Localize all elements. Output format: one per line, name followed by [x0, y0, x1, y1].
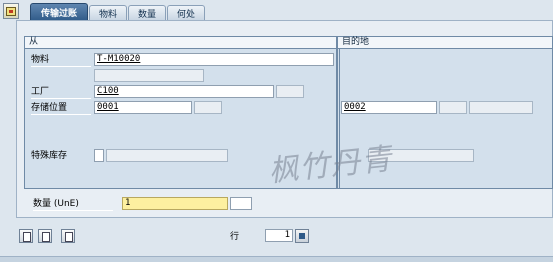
storage-label-underline	[31, 114, 91, 115]
dest-storage-extra-field-2	[469, 101, 533, 114]
storage-location-label: 存储位置	[31, 103, 68, 113]
tab-transfer-posting[interactable]: 传输过账	[30, 3, 88, 21]
unit-field[interactable]	[230, 197, 252, 210]
plant-label-underline	[31, 98, 91, 99]
copy-icon[interactable]	[61, 229, 75, 243]
quantity-label-underline	[33, 210, 113, 211]
quantity-label: 数量 (UnE)	[33, 199, 79, 209]
row-field[interactable]: 1	[265, 229, 293, 242]
storage-location-extra-field	[194, 101, 222, 114]
to-frame-title: 目的地	[338, 37, 552, 49]
document-tool-button[interactable]	[3, 3, 19, 19]
storage-location-field[interactable]: 0001	[94, 101, 192, 114]
row-label: 行	[230, 232, 240, 242]
special-stock-indicator-field[interactable]	[94, 149, 104, 162]
material-description-field	[94, 69, 204, 82]
plant-extra-field	[276, 85, 304, 98]
document-icon	[6, 6, 16, 16]
storage-location-value: 0001	[97, 102, 119, 112]
quantity-field[interactable]: 1	[122, 197, 228, 210]
tab-material[interactable]: 物料	[89, 5, 127, 20]
first-page-icon[interactable]	[19, 229, 33, 243]
special-stock-label: 特殊库存	[31, 151, 68, 161]
material-label: 物料	[31, 55, 50, 65]
dest-storage-location-value: 0002	[344, 102, 366, 112]
status-bar	[0, 256, 553, 262]
material-field[interactable]: T-M10020	[94, 53, 334, 66]
dest-storage-extra-field-1	[439, 101, 467, 114]
plant-label: 工厂	[31, 87, 50, 97]
tab-quantity[interactable]: 数量	[128, 5, 166, 20]
row-select-button[interactable]	[295, 229, 309, 243]
dest-storage-location-field[interactable]: 0002	[341, 101, 437, 114]
previous-page-icon[interactable]	[38, 229, 52, 243]
material-value: T-M10020	[97, 54, 141, 64]
tab-where[interactable]: 何处	[167, 5, 205, 20]
material-label-underline	[31, 66, 91, 67]
special-stock-description-field	[106, 149, 228, 162]
plant-value: C100	[97, 86, 119, 96]
from-frame-title: 从	[25, 37, 336, 49]
plant-field[interactable]: C100	[94, 85, 274, 98]
select-icon	[299, 233, 305, 239]
